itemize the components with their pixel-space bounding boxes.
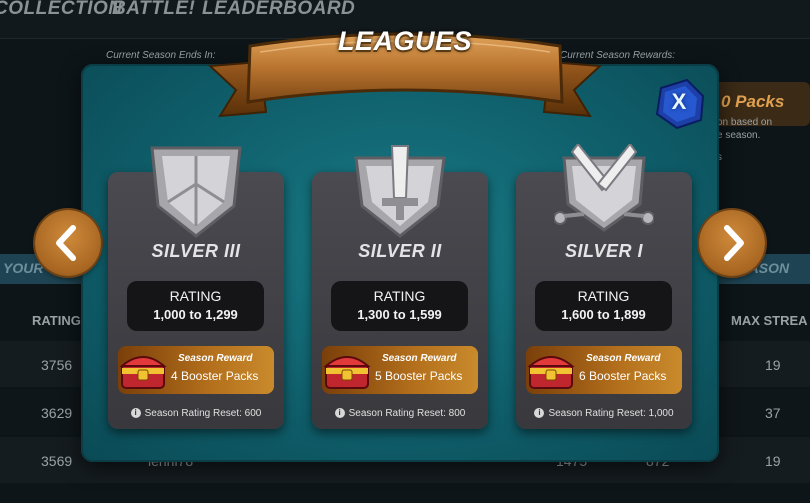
info-icon: i [334,408,345,419]
reset-text: Season Rating Reset: 800 [348,408,466,419]
row-rating: 3569 [41,453,73,469]
reset-text: Season Rating Reset: 1,000 [548,408,674,419]
league-card-silver-i: SILVER I RATING 1,600 to 1,899 Season Re… [516,144,692,429]
silver-i-shield-icon [554,144,654,232]
close-x-label: X [671,89,687,114]
row-streak: 19 [765,453,781,469]
season-rating-reset: i Season Rating Reset: 800 [312,408,488,419]
league-name: SILVER III [151,241,241,261]
league-name: SILVER II [358,241,442,261]
season-reward-box: Season Reward 4 Booster Packs [118,346,274,394]
close-button[interactable]: X [651,76,707,132]
league-card-silver-iii: SILVER III RATING 1,000 to 1,299 Season … [108,146,284,429]
modal-title: LEAGUES [337,26,473,56]
reward-value: 4 Booster Packs [171,369,259,383]
silver-ii-shield-icon [354,145,446,238]
reset-text: Season Rating Reset: 600 [144,408,262,419]
rating-box: RATING 1,600 to 1,899 [535,281,672,331]
treasure-chest-icon [527,356,575,389]
info-icon: i [534,408,545,419]
nav-battle[interactable]: BATTLE! [112,0,195,20]
reward-title: Season Reward [178,353,253,364]
reward-value: 5 Booster Packs [375,369,463,383]
rating-range: 1,300 to 1,599 [357,307,442,322]
rating-box: RATING 1,000 to 1,299 [127,281,264,331]
row-streak: 37 [765,405,781,421]
info-icon: i [130,408,141,419]
reward-title: Season Reward [382,353,457,364]
treasure-chest-icon [323,356,371,389]
reward-title: Season Reward [586,353,661,364]
season-rating-reset: i Season Rating Reset: 1,000 [516,408,692,419]
prev-arrow-button[interactable] [35,210,101,276]
rewards-note-1: on based on [717,117,773,128]
reward-value: 6 Booster Packs [579,369,667,383]
treasure-chest-icon [119,356,167,389]
col-rating-header: RATING [32,313,81,328]
silver-iii-shield-icon [150,146,242,238]
league-card-silver-ii: SILVER II RATING 1,300 to 1,599 Season R… [312,145,488,429]
col-max-streak-header: MAX STREA [731,313,808,328]
league-name: SILVER I [564,241,644,261]
season-reward-box: Season Reward 5 Booster Packs [322,346,478,394]
rating-box: RATING 1,300 to 1,599 [331,281,468,331]
next-arrow-button[interactable] [699,210,765,276]
rating-label: RATING [373,288,426,304]
chevron-right-icon [724,225,744,261]
season-rating-reset: i Season Rating Reset: 600 [108,408,284,419]
rewards-value: 0 Packs [721,92,785,111]
chevron-left-icon [56,225,76,261]
rating-label: RATING [577,288,630,304]
rating-label: RATING [169,288,222,304]
season-reward-box: Season Reward 6 Booster Packs [526,346,682,394]
rating-range: 1,600 to 1,899 [561,307,646,322]
rewards-note-2: e season. [717,130,761,141]
row-rating: 3756 [41,357,73,373]
row-rating: 3629 [41,405,73,421]
row-streak: 19 [765,357,781,373]
rating-range: 1,000 to 1,299 [153,307,238,322]
nav-collection[interactable]: COLLECTION [0,0,123,20]
